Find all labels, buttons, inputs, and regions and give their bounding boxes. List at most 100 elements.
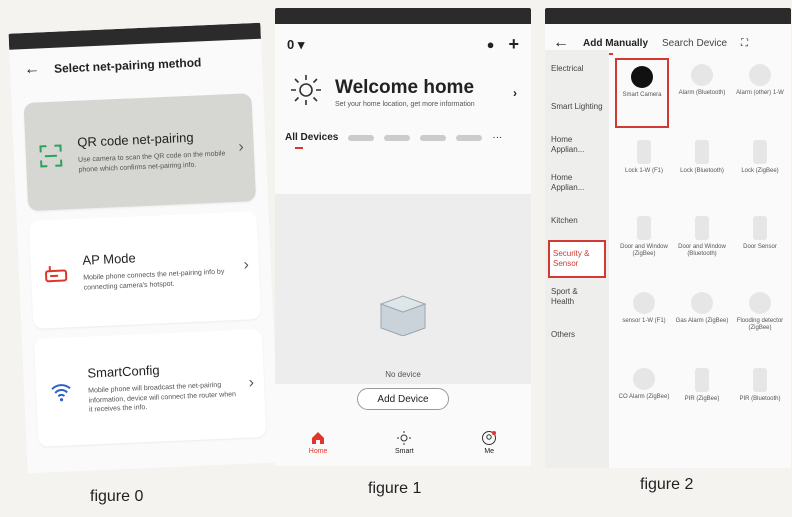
category-sidebar: Electrical Smart Lighting Home Applian..… (545, 50, 609, 468)
home-selector[interactable]: 0 ▾ (287, 37, 304, 53)
flood-sensor-icon (749, 292, 771, 314)
tab-me[interactable]: Me (481, 430, 497, 455)
tab-smart[interactable]: Smart (395, 430, 414, 455)
category-item-selected[interactable]: Security & Sensor (548, 240, 606, 278)
qr-scan-icon (35, 140, 66, 171)
sensor-icon (633, 292, 655, 314)
device-name: Door Sensor (743, 244, 777, 250)
device-tile[interactable]: sensor 1-W (F1) (615, 286, 673, 356)
chevron-right-icon: › (248, 374, 255, 392)
category-item[interactable]: Electrical (545, 50, 609, 88)
device-tile[interactable]: Gas Alarm (ZigBee) (673, 286, 731, 356)
empty-box-icon (379, 295, 427, 336)
status-bar (275, 8, 531, 24)
method-title: QR code net-pairing (77, 129, 194, 150)
voice-icon[interactable]: ● (487, 37, 495, 52)
pir-sensor-icon (695, 368, 709, 392)
category-item[interactable]: Home Applian... (545, 164, 609, 202)
figure1-phone: 0 ▾ ● + Welcome home Set your home locat… (275, 8, 531, 466)
screenshot-page: ← Select net-pairing method QR code net-… (0, 0, 792, 517)
chevron-right-icon: › (513, 85, 517, 100)
figure2-phone: ← Add Manually Search Device ⛶ Electrica… (545, 8, 791, 468)
device-tile[interactable]: Alarm (other) 1-W (731, 58, 789, 128)
device-grid: Smart Camera Alarm (Bluetooth) Alarm (ot… (615, 58, 791, 432)
empty-state-text: No device (385, 370, 421, 379)
method-qr-code[interactable]: QR code net-pairing Use camera to scan t… (23, 93, 257, 212)
tab-home[interactable]: Home (308, 430, 328, 455)
device-tile[interactable]: Door and Window (Bluetooth) (673, 210, 731, 280)
method-desc: Mobile phone will broadcast the net-pair… (88, 382, 237, 414)
gas-alarm-icon (691, 292, 713, 314)
device-tile[interactable]: Door and Window (ZigBee) (615, 210, 673, 280)
lock-icon (753, 140, 767, 164)
method-title: SmartConfig (87, 362, 160, 381)
welcome-title: Welcome home (335, 77, 475, 98)
device-tile[interactable]: Lock 1-W (F1) (615, 134, 673, 204)
room-tab-blurred[interactable] (348, 134, 375, 141)
device-tile[interactable]: Lock (Bluetooth) (673, 134, 731, 204)
device-tile[interactable]: PIR (Bluetooth) (731, 362, 789, 432)
device-tile[interactable]: Door Sensor (731, 210, 789, 280)
bottom-tab-bar: Home Smart Me (275, 418, 531, 466)
device-tile[interactable]: Lock (ZigBee) (731, 134, 789, 204)
add-device-button[interactable]: Add Device (357, 388, 449, 410)
method-desc: Mobile phone connects the net-pairing in… (83, 268, 225, 292)
tab-label: Home (308, 447, 328, 455)
method-title: AP Mode (82, 250, 137, 268)
wifi-icon (46, 376, 77, 407)
method-desc: Use camera to scan the QR code on the mo… (77, 150, 226, 174)
add-icon[interactable]: + (508, 34, 519, 55)
fig1-topbar: 0 ▾ ● + (275, 24, 531, 59)
back-arrow-icon[interactable]: ← (24, 60, 41, 79)
chevron-right-icon: › (237, 138, 245, 156)
door-sensor-icon (753, 216, 767, 240)
co-alarm-icon (633, 368, 655, 390)
device-name: CO Alarm (ZigBee) (618, 394, 670, 400)
device-tile-selected[interactable]: Smart Camera (615, 58, 669, 128)
room-tab-blurred[interactable] (384, 134, 411, 141)
device-tile[interactable]: Alarm (Bluetooth) (673, 58, 731, 128)
status-bar (545, 8, 791, 24)
device-name: Lock 1-W (F1) (624, 168, 663, 174)
sun-icon (397, 430, 412, 445)
figure0-caption: figure 0 (90, 488, 144, 505)
device-tile[interactable]: CO Alarm (ZigBee) (615, 362, 673, 432)
chevron-right-icon: › (243, 256, 250, 274)
device-name: Smart Camera (622, 92, 662, 98)
category-item[interactable]: Kitchen (545, 202, 609, 240)
device-name: Lock (Bluetooth) (680, 168, 724, 174)
figure0-phone: ← Select net-pairing method QR code net-… (8, 22, 280, 474)
alarm-icon (749, 64, 771, 86)
category-item[interactable]: Others (545, 316, 609, 354)
room-tab-blurred[interactable] (420, 134, 447, 141)
pir-sensor-icon (753, 368, 767, 392)
tab-all-devices[interactable]: All Devices (285, 132, 338, 149)
device-name: PIR (Bluetooth) (739, 396, 781, 402)
device-name: Door and Window (ZigBee) (620, 244, 668, 257)
page-title: Select net-pairing method (53, 55, 202, 76)
category-item[interactable]: Home Applian... (545, 126, 609, 164)
scan-icon[interactable]: ⛶ (741, 38, 748, 49)
device-tile[interactable]: Flooding detector (ZigBee) (731, 286, 789, 356)
device-name: Alarm (Bluetooth) (678, 90, 726, 96)
device-name: PIR (ZigBee) (684, 396, 720, 402)
category-item[interactable]: Smart Lighting (545, 88, 609, 126)
welcome-banner[interactable]: Welcome home Set your home location, get… (275, 59, 531, 122)
device-name: Gas Alarm (ZigBee) (675, 318, 729, 324)
device-tile[interactable]: PIR (ZigBee) (673, 362, 731, 432)
figure1-caption: figure 1 (368, 480, 422, 497)
method-smartconfig[interactable]: SmartConfig Mobile phone will broadcast … (33, 328, 267, 447)
room-tab-blurred[interactable] (456, 134, 483, 141)
figure2-caption: figure 2 (640, 476, 694, 493)
tab-search-device[interactable]: Search Device (662, 38, 727, 49)
sun-icon (289, 73, 323, 112)
method-ap-mode[interactable]: AP Mode Mobile phone connects the net-pa… (28, 211, 262, 329)
device-list-area (275, 194, 531, 384)
lock-icon (637, 140, 651, 164)
alarm-icon (691, 64, 713, 86)
more-icon[interactable]: ··· (492, 132, 502, 143)
welcome-subtitle: Set your home location, get more informa… (335, 101, 475, 108)
tab-add-manually[interactable]: Add Manually (583, 38, 648, 55)
category-item[interactable]: Sport & Health (545, 278, 609, 316)
device-name: Alarm (other) 1-W (736, 90, 784, 96)
